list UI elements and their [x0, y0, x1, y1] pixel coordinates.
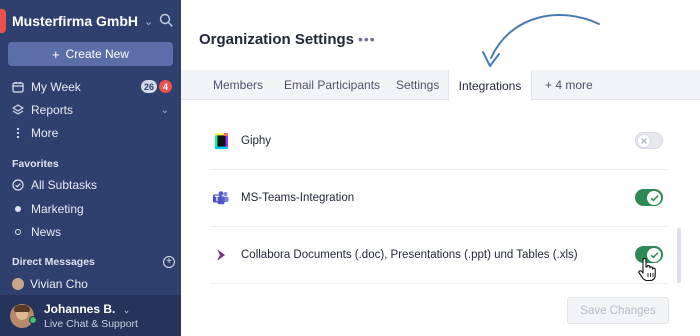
chevron-down-icon: ⌄	[122, 304, 131, 315]
sidebar-item-label: Vivian Cho	[30, 277, 88, 291]
sidebar-item-marketing[interactable]: Marketing	[0, 199, 181, 219]
sidebar-item-label: Marketing	[31, 202, 84, 216]
tab-integrations[interactable]: Integrations	[448, 70, 532, 101]
user-name: Johannes B.	[44, 301, 116, 316]
integration-name: Giphy	[241, 135, 272, 147]
check-circle-icon	[12, 179, 24, 191]
sidebar-item-label: All Subtasks	[31, 178, 98, 192]
collabora-icon	[213, 247, 229, 263]
integration-row-giphy: Giphy	[210, 113, 668, 170]
sidebar-item-label: News	[31, 225, 62, 239]
sidebar-item-more[interactable]: More	[0, 123, 181, 143]
sidebar-item-all-subtasks[interactable]: All Subtasks	[0, 175, 181, 195]
tab-more[interactable]: + 4 more	[545, 70, 593, 100]
sidebar: Musterfirma GmbH ⌄ + Create New My Week …	[0, 0, 181, 336]
alert-count-badge: 4	[159, 80, 172, 93]
integration-name: Collabora Documents (.doc), Presentation…	[241, 249, 578, 261]
integration-toggle-ms-teams[interactable]	[635, 189, 663, 206]
search-icon[interactable]	[159, 13, 173, 27]
online-status-icon	[29, 316, 37, 324]
direct-messages-heading: Direct Messages	[12, 256, 95, 268]
sidebar-item-vivian-cho[interactable]: Vivian Cho	[0, 274, 181, 294]
toggle-off-x-icon	[637, 133, 651, 148]
sidebar-item-label: More	[31, 126, 59, 140]
task-count-badge: 26	[140, 80, 157, 93]
sidebar-item-reports[interactable]: Reports ⌄	[0, 100, 181, 120]
integration-row-collabora: Collabora Documents (.doc), Presentation…	[210, 227, 668, 284]
favorites-heading: Favorites	[12, 158, 59, 170]
chevron-down-icon: ⌄	[144, 15, 154, 28]
tab-members[interactable]: Members	[213, 70, 263, 100]
more-vertical-icon	[12, 127, 24, 139]
hand-pointer-cursor-icon	[638, 258, 656, 282]
org-logo	[0, 9, 6, 33]
tab-settings[interactable]: Settings	[396, 70, 439, 100]
project-dot-icon	[15, 206, 21, 212]
save-changes-button[interactable]: Save Changes	[567, 297, 669, 324]
org-switcher[interactable]: Musterfirma GmbH ⌄	[0, 7, 181, 35]
tab-email-participants[interactable]: Email Participants	[284, 70, 380, 100]
sidebar-item-label: Reports	[31, 103, 74, 117]
plus-icon: +	[52, 46, 60, 62]
user-subtitle: Live Chat & Support	[44, 317, 138, 330]
add-dm-plus-icon[interactable]: +	[163, 256, 175, 268]
avatar	[12, 278, 24, 290]
sidebar-item-my-week[interactable]: My Week 26 4	[0, 77, 181, 97]
sidebar-item-label: My Week	[31, 80, 81, 94]
sidebar-item-news[interactable]: News	[0, 222, 181, 242]
page-title: Organization Settings	[199, 31, 355, 48]
create-new-button[interactable]: + Create New	[8, 42, 173, 66]
chevron-down-icon[interactable]: ⌄	[161, 105, 169, 116]
integration-row-ms-teams: MS-Teams-Integration	[210, 170, 668, 227]
project-dot-icon	[15, 229, 21, 235]
create-new-label: Create New	[65, 47, 129, 61]
layers-icon	[12, 104, 24, 116]
giphy-icon	[213, 133, 229, 149]
integration-name: MS-Teams-Integration	[241, 192, 355, 204]
integration-toggle-giphy[interactable]	[635, 132, 663, 149]
org-name: Musterfirma GmbH	[12, 13, 139, 29]
ms-teams-icon	[213, 190, 229, 206]
tab-bar: Members Email Participants Settings Inte…	[181, 70, 700, 101]
calendar-icon	[12, 81, 24, 93]
scrollbar[interactable]	[677, 228, 681, 283]
more-options-icon[interactable]: •••	[358, 31, 376, 47]
toggle-on-check-icon	[647, 190, 661, 205]
main-panel: Organization Settings ••• Members Email …	[181, 0, 700, 336]
current-user-menu[interactable]: Johannes B. ⌄ Live Chat & Support	[0, 295, 181, 336]
